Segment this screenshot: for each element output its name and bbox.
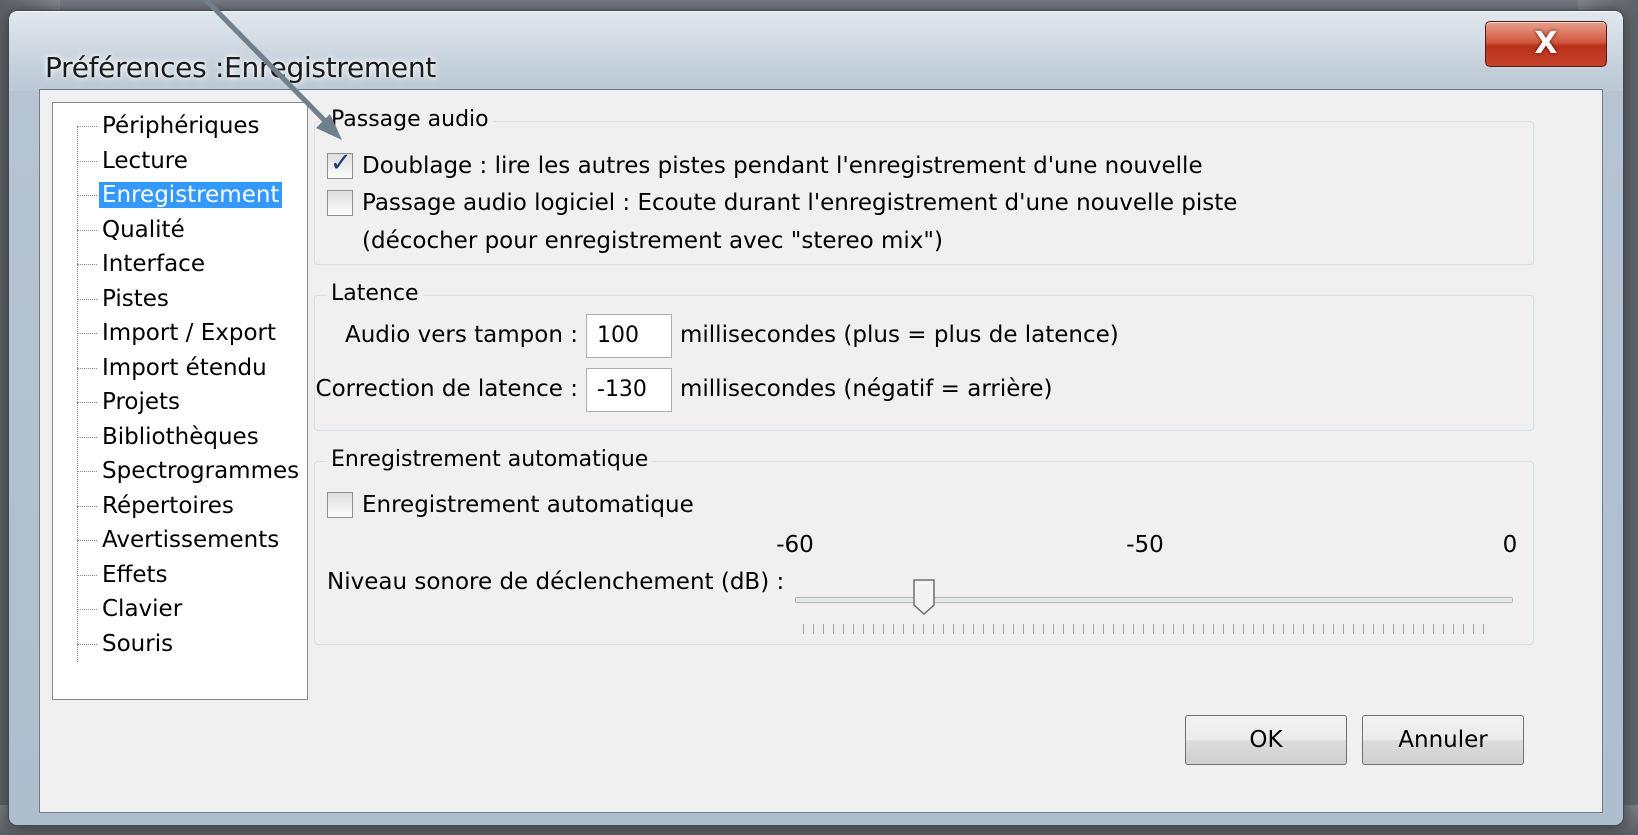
tree-item[interactable]: Répertoires — [77, 489, 237, 523]
software-playthrough-note: (décocher pour enregistrement avec "ster… — [362, 228, 943, 254]
tree-item-label: Effets — [102, 561, 168, 588]
buffer-label: Audio vers tampon : — [344, 322, 578, 348]
tree-connector — [77, 126, 97, 127]
tree-item-label: Interface — [102, 251, 205, 277]
tree-item-label: Bibliothèques — [102, 423, 259, 450]
tree-connector — [77, 298, 97, 300]
tree-connector — [77, 574, 97, 576]
tree-item-label: Import étendu — [102, 354, 267, 381]
tree-connector — [77, 643, 97, 645]
threshold-slider-thumb[interactable] — [913, 579, 935, 615]
cancel-button[interactable]: Annuler — [1362, 715, 1524, 765]
tree-connector — [77, 264, 97, 265]
tree-item-label: Pistes — [102, 285, 169, 312]
preferences-window: Préférences :Enregistrement X Périphériq… — [8, 10, 1624, 826]
group-title-auto-record: Enregistrement automatique — [327, 445, 653, 475]
tree-connector — [77, 505, 97, 507]
overdub-label[interactable]: Doublage : lire les autres pistes pendan… — [362, 149, 1203, 183]
group-passage-audio: Passage audio Doublage : lire les autres… — [314, 105, 1534, 265]
tree-connector — [77, 367, 97, 369]
tree-connector — [77, 436, 97, 438]
tree-connector — [77, 540, 97, 541]
tree-item-label: Import / Export — [102, 320, 276, 346]
tree-connector — [77, 471, 97, 472]
buffer-unit: millisecondes (plus = plus de latence) — [680, 322, 1119, 348]
scale-label-mid: -50 — [1126, 532, 1164, 558]
group-title-passage-audio: Passage audio — [327, 105, 493, 135]
tree-item[interactable]: Qualité — [77, 213, 188, 247]
tree-item-label: Souris — [102, 630, 174, 657]
buffer-input[interactable]: 100 — [586, 314, 672, 358]
tree-item-label: Répertoires — [102, 492, 234, 519]
tree-item[interactable]: Import étendu — [77, 351, 270, 385]
group-title-latence: Latence — [327, 279, 423, 309]
tree-connector — [77, 402, 97, 403]
tree-item[interactable]: Import / Export — [77, 316, 279, 350]
tree-item[interactable]: Souris — [77, 627, 176, 661]
tree-item[interactable]: Effets — [77, 558, 171, 592]
close-button[interactable]: X — [1485, 21, 1607, 67]
group-latence: Latence Audio vers tampon : 100 millisec… — [314, 279, 1534, 431]
slider-ticks — [803, 624, 1493, 634]
tree-item[interactable]: Enregistrement — [77, 178, 283, 212]
dialog-client-area: Périphériques Lecture Enregistrement Qualit… — [39, 89, 1603, 813]
software-playthrough-checkbox[interactable] — [327, 190, 353, 216]
tree-item-label: Avertissements — [102, 527, 280, 553]
tree-item[interactable]: Lecture — [77, 144, 191, 178]
scale-label-max: 0 — [1502, 532, 1518, 558]
auto-record-checkbox[interactable] — [327, 492, 353, 518]
ok-button[interactable]: OK — [1185, 715, 1347, 765]
tree-item-label: Clavier — [102, 596, 183, 622]
correction-label: Correction de latence : — [315, 376, 578, 402]
overdub-checkbox[interactable] — [327, 148, 353, 179]
correction-unit: millisecondes (négatif = arrière) — [680, 376, 1053, 402]
auto-record-label[interactable]: Enregistrement automatique — [362, 488, 694, 522]
threshold-label: Niveau sonore de déclenchement (dB) : — [327, 569, 785, 595]
tree-item[interactable]: Bibliothèques — [77, 420, 262, 454]
threshold-slider-track[interactable] — [795, 597, 1513, 603]
close-icon: X — [1534, 26, 1558, 61]
tree-item-label: Projets — [102, 389, 181, 415]
scale-label-min: -60 — [776, 532, 814, 558]
tree-item[interactable]: Pistes — [77, 282, 172, 316]
tree-connector — [77, 195, 97, 196]
tree-item[interactable]: Spectrogrammes — [77, 454, 302, 488]
tree-item[interactable]: Projets — [77, 385, 183, 419]
tree-item-label: Périphériques — [102, 113, 260, 139]
tree-item[interactable]: Avertissements — [77, 523, 282, 557]
tree-item-label: Lecture — [102, 147, 188, 174]
correction-input[interactable]: -130 — [586, 368, 672, 412]
tree-connector — [77, 229, 97, 231]
category-tree[interactable]: Périphériques Lecture Enregistrement Qualit… — [52, 102, 308, 700]
tree-item-label: Qualité — [102, 216, 185, 243]
tree-item[interactable]: Clavier — [77, 592, 185, 626]
tree-item[interactable]: Périphériques — [77, 109, 263, 143]
tree-connector — [77, 160, 97, 162]
window-title: Préférences :Enregistrement — [45, 51, 436, 84]
tree-item-label: Spectrogrammes — [102, 458, 300, 484]
tree-connector — [77, 333, 97, 334]
tree-item-label: Enregistrement — [99, 182, 283, 208]
software-playthrough-label[interactable]: Passage audio logiciel : Ecoute durant l… — [362, 186, 1237, 220]
tree-connector — [77, 609, 97, 610]
group-auto-record: Enregistrement automatique Enregistremen… — [314, 445, 1534, 645]
tree-item[interactable]: Interface — [77, 247, 208, 281]
